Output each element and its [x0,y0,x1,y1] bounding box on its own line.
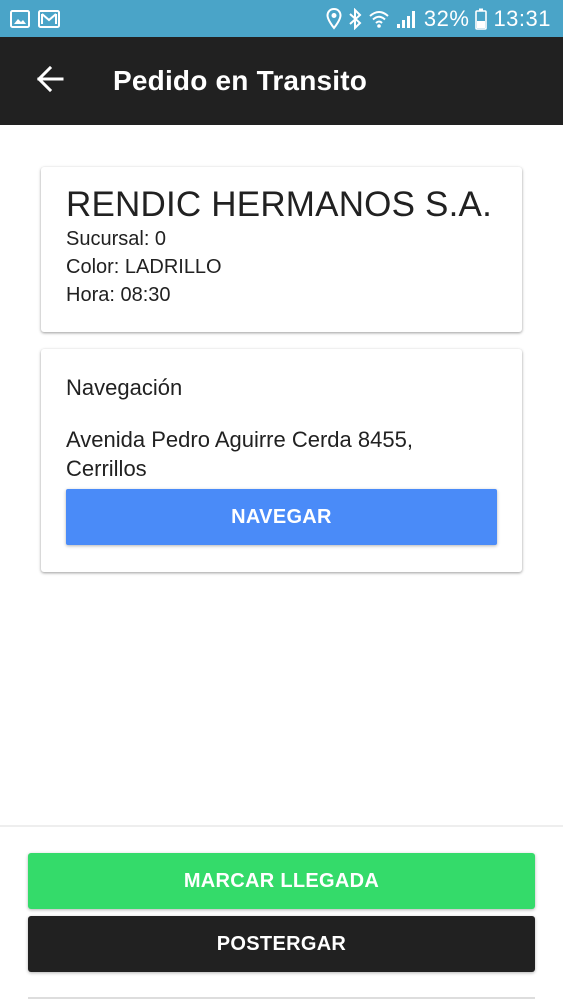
hora-text: Hora: 08:30 [66,284,171,306]
arrow-left-icon [36,65,64,98]
image-icon [10,9,30,28]
navigate-button[interactable]: NAVEGAR [66,489,497,545]
battery-percent: 32% [423,5,470,31]
status-left-icons [10,9,60,28]
company-name: RENDIC HERMANOS S.A. [66,185,492,224]
back-button[interactable] [0,37,100,125]
gmail-icon [38,9,60,28]
status-right-icons: 32% 13:31 [326,6,551,32]
page-title: Pedido en Transito [113,65,368,96]
wifi-icon [368,9,390,29]
signal-icon [396,9,418,29]
sucursal-text: Sucursal: 0 [66,228,167,250]
navigation-card: Navegación Avenida Pedro Aguirre Cerda 8… [41,349,522,572]
status-bar: 32% 13:31 [0,0,563,37]
bluetooth-icon [348,7,362,30]
color-text: Color: LADRILLO [66,256,222,278]
navigation-address: Avenida Pedro Aguirre Cerda 8455, Cerril… [66,427,413,481]
postpone-button[interactable]: POSTERGAR [28,916,535,972]
company-card: RENDIC HERMANOS S.A. Sucursal: 0 Color: … [41,167,522,332]
bottom-actions: MARCAR LLEGADA POSTERGAR [0,827,563,1000]
navigation-title: Navegación [66,375,183,400]
mark-arrival-button[interactable]: MARCAR LLEGADA [28,853,535,909]
location-icon [326,7,342,30]
app-bar: Pedido en Transito [0,37,563,125]
bottom-line [28,997,535,999]
main-content: RENDIC HERMANOS S.A. Sucursal: 0 Color: … [0,125,563,825]
status-time: 13:31 [493,5,551,31]
battery-icon [475,8,488,30]
